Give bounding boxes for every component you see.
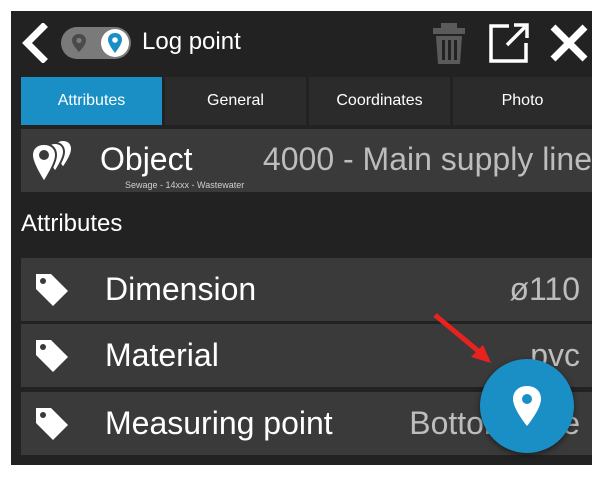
external-link-icon <box>489 23 529 63</box>
multi-pin-icon <box>30 138 74 184</box>
close-icon <box>550 24 588 62</box>
object-subtitle: Sewage - 14xxx - Wastewater <box>125 180 245 190</box>
map-pin-icon <box>72 34 86 52</box>
tab-attributes[interactable]: Attributes <box>21 77 162 125</box>
attribute-label: Material <box>105 337 219 373</box>
tab-bar: Attributes General Coordinates Photo <box>21 77 592 125</box>
attribute-value: ø110 <box>509 271 580 307</box>
add-location-fab[interactable] <box>480 359 574 453</box>
back-button[interactable] <box>17 22 51 64</box>
attribute-row-dimension[interactable]: Dimension ø110 <box>21 258 592 321</box>
tab-photo[interactable]: Photo <box>453 77 592 125</box>
page-title: Log point <box>142 28 241 55</box>
tag-icon <box>36 340 68 372</box>
tab-coordinates[interactable]: Coordinates <box>309 77 450 125</box>
tag-icon <box>36 274 68 306</box>
object-value: 4000 - Main supply line <box>262 141 592 177</box>
mode-toggle[interactable] <box>61 27 131 59</box>
delete-button[interactable] <box>431 21 467 65</box>
tag-icon <box>36 408 68 440</box>
object-row[interactable]: Object Sewage - 14xxx - Wastewater 4000 … <box>21 129 592 192</box>
tab-general[interactable]: General <box>165 77 306 125</box>
annotation-arrow-icon <box>433 313 491 363</box>
attribute-label: Dimension <box>105 271 257 307</box>
object-label: Object <box>100 141 193 177</box>
trash-icon <box>433 23 465 64</box>
section-title: Attributes <box>21 210 123 237</box>
chevron-left-icon <box>22 22 48 64</box>
close-button[interactable] <box>549 23 589 63</box>
attribute-label: Measuring point <box>105 405 333 441</box>
location-pin-icon <box>513 386 541 426</box>
top-bar: Log point <box>11 11 592 75</box>
app-window: Log point Attributes General Coordinates… <box>11 11 592 465</box>
location-pin-icon <box>108 33 122 53</box>
open-external-button[interactable] <box>487 21 531 65</box>
toggle-knob <box>101 29 129 57</box>
